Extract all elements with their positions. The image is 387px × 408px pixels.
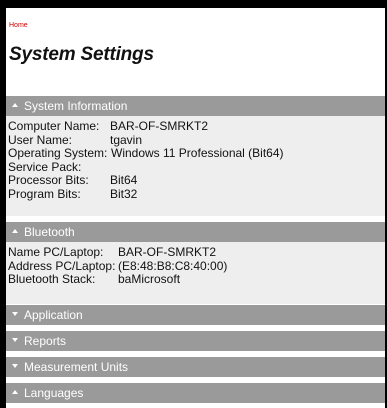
section-title: Bluetooth [24,225,75,239]
row-value: baMicrosoft [118,272,181,286]
row-label: Service Pack: [8,159,82,174]
row-value: Windows 11 Professional (Bit64) [111,146,284,160]
info-row-operating-system: Operating System: Windows 11 Professiona… [8,146,385,161]
breadcrumb-home-link[interactable]: Home [9,22,28,29]
row-value: tgavin [110,132,143,147]
row-value: BAR-OF-SMRKT2 [118,245,217,259]
row-label: Address PC/Laptop: [8,258,116,273]
row-label: Program Bits: [8,186,81,201]
caret-up-icon [12,103,18,107]
info-row-service-pack: Service Pack: [8,159,385,175]
section-body-system-information: Computer Name: BAR-OF-SMRKT2 User Name: … [6,116,385,216]
row-value: Bit32 [110,186,138,201]
caret-down-icon [12,338,18,342]
page-title: System Settings [9,44,154,65]
section-header-application[interactable]: Application [6,305,385,325]
row-label: Bluetooth Stack: [8,272,96,286]
section-body-bluetooth: Name PC/Laptop: BAR-OF-SMRKT2 Address PC… [6,242,385,304]
settings-page: Home System Settings System Information … [6,8,385,408]
bt-row-name: Name PC/Laptop: BAR-OF-SMRKT2 [8,245,385,260]
section-title: Measurement Units [24,360,129,374]
section-title: Reports [24,334,67,348]
section-title: System Information [24,99,128,113]
section-header-reports[interactable]: Reports [6,331,385,351]
row-label: Computer Name: [8,119,100,133]
settings-window: Home System Settings System Information … [0,0,387,408]
section-header-languages[interactable]: Languages [6,383,385,403]
row-label: Operating System: [8,146,108,160]
row-value: (E8:48:B8:C8:40:00) [118,258,228,273]
section-header-system-information[interactable]: System Information [6,96,385,116]
caret-down-icon [12,364,18,368]
row-label: Processor Bits: [8,173,89,187]
info-row-user-name: User Name: tgavin [8,132,385,148]
section-header-bluetooth[interactable]: Bluetooth [6,222,385,242]
info-row-program-bits: Program Bits: Bit32 [8,186,385,202]
section-title: Languages [24,386,84,400]
row-value: BAR-OF-SMRKT2 [110,119,209,133]
caret-up-icon [12,390,18,394]
section-title: Application [24,308,83,322]
bt-row-address: Address PC/Laptop: (E8:48:B8:C8:40:00) [8,258,385,274]
caret-up-icon [12,229,18,233]
row-label: User Name: [8,132,73,147]
row-value: Bit64 [110,173,138,187]
caret-down-icon [12,312,18,316]
bt-row-stack: Bluetooth Stack: baMicrosoft [8,272,385,287]
section-header-measurement-units[interactable]: Measurement Units [6,357,385,377]
row-label: Name PC/Laptop: [8,245,104,259]
info-row-computer-name: Computer Name: BAR-OF-SMRKT2 [8,119,385,134]
info-row-processor-bits: Processor Bits: Bit64 [8,173,385,188]
